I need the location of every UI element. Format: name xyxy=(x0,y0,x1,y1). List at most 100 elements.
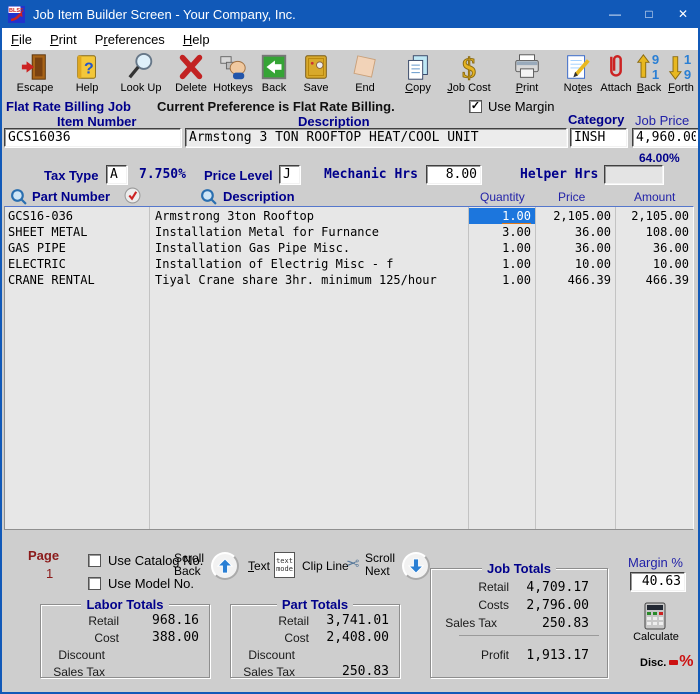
margin-input[interactable] xyxy=(630,572,685,591)
text-button[interactable]: Text xyxy=(248,560,270,573)
end-button[interactable]: End xyxy=(344,52,386,94)
print-button[interactable]: Print xyxy=(504,52,550,94)
price-level-field[interactable] xyxy=(279,165,300,184)
disc-label: Disc. xyxy=(640,657,667,669)
scroll-back-button[interactable] xyxy=(211,552,239,580)
check-filter-icon[interactable] xyxy=(124,187,141,204)
job-costs-row: Costs 2,796.00 xyxy=(478,597,589,613)
cell-desc: Installation of Electrig Misc - f xyxy=(155,257,394,271)
copy-button[interactable]: Copy xyxy=(396,52,440,94)
mode-label: Flat Rate Billing Job xyxy=(6,99,131,114)
use-margin-checkbox[interactable]: ✓ xyxy=(469,100,482,113)
scissors-icon: ✂ xyxy=(346,556,360,573)
description-field[interactable] xyxy=(185,128,567,147)
back-record-button[interactable]: 91 Back xyxy=(632,52,666,94)
table-row[interactable]: ELECTRIC Installation of Electrig Misc -… xyxy=(5,256,693,272)
menu-help[interactable]: Help xyxy=(174,30,219,49)
helper-hrs-label: Helper Hrs xyxy=(520,167,599,182)
cell-amount: 108.00 xyxy=(645,225,689,239)
menu-preferences[interactable]: Preferences xyxy=(86,30,174,49)
calculator-icon xyxy=(644,602,666,630)
totals-divider xyxy=(459,635,599,636)
description-search-icon[interactable] xyxy=(200,188,217,205)
cell-qty: 1.00 xyxy=(502,241,531,255)
notes-icon xyxy=(567,55,590,79)
table-row[interactable]: GAS PIPE Installation Gas Pipe Misc. 1.0… xyxy=(5,240,693,256)
close-button[interactable]: ✕ xyxy=(666,0,698,28)
cell-qty: 3.00 xyxy=(502,225,531,239)
discount-button[interactable]: Disc.% xyxy=(640,653,694,671)
clip-line-button[interactable]: Clip Line xyxy=(302,560,349,573)
percent-glyph: % xyxy=(679,653,694,670)
hotkeys-button[interactable]: Hotkeys xyxy=(208,52,258,94)
maximize-button[interactable]: □ xyxy=(632,0,666,28)
save-button[interactable]: Save xyxy=(294,52,338,94)
dollar-icon: $ xyxy=(462,53,477,82)
svg-text:1: 1 xyxy=(652,67,659,82)
back-button[interactable]: Back xyxy=(254,52,294,94)
job-cost-button[interactable]: $ Job Cost xyxy=(440,52,498,94)
part-totals-title: Part Totals xyxy=(231,596,399,614)
part-number-search-icon[interactable] xyxy=(10,188,27,205)
escape-button[interactable]: Escape xyxy=(8,52,62,94)
cell-desc: Installation Metal for Furnance xyxy=(155,225,379,239)
text-mode-icon[interactable]: text mode xyxy=(274,552,295,578)
use-model-label: Use Model No. xyxy=(108,576,194,591)
minimize-button[interactable]: — xyxy=(598,0,632,28)
mechanic-hrs-field[interactable] xyxy=(426,165,481,184)
table-row[interactable]: SHEET METAL Installation Metal for Furna… xyxy=(5,224,693,240)
page-number: 1 xyxy=(46,566,54,581)
table-row[interactable]: GCS16-036 Armstrong 3ton Rooftop 1.00 2,… xyxy=(5,208,693,224)
menu-print[interactable]: Print xyxy=(41,30,86,49)
menu-bar: File Print Preferences Help xyxy=(2,28,698,50)
use-model-checkbox[interactable] xyxy=(88,577,101,590)
notes-button[interactable]: Notes xyxy=(558,52,598,94)
labor-totals-box: Labor Totals Retail 968.16 Cost 388.00 Dis… xyxy=(40,597,210,679)
job-price-field[interactable] xyxy=(632,128,698,147)
cell-qty-selected[interactable]: 1.00 xyxy=(469,208,535,224)
minus-icon xyxy=(669,659,679,665)
use-catalog-checkbox[interactable] xyxy=(88,554,101,567)
margin-label: Margin % xyxy=(628,555,683,570)
help-book-icon: ? xyxy=(77,55,96,79)
svg-text:1: 1 xyxy=(684,52,691,67)
forth-record-button[interactable]: 19 Forth xyxy=(664,52,698,94)
cell-qty: 1.00 xyxy=(502,273,531,287)
delete-x-icon xyxy=(179,54,203,80)
labor-totals-title: Labor Totals xyxy=(41,596,209,614)
scroll-next-label: Scroll Next xyxy=(365,551,396,578)
category-field[interactable] xyxy=(570,128,627,147)
labor-discount-row: Discount xyxy=(58,647,105,662)
tax-type-field[interactable] xyxy=(106,165,127,184)
arrow-down-icon xyxy=(407,558,425,574)
col-description: Description xyxy=(223,189,295,204)
scroll-next-button[interactable] xyxy=(402,552,430,580)
help-button[interactable]: ? Help xyxy=(64,52,110,94)
svg-text:9: 9 xyxy=(652,52,659,67)
part-cost-row: Cost 2,408.00 xyxy=(284,630,389,645)
cell-price: 2,105.00 xyxy=(553,209,611,223)
preference-text: Current Preference is Flat Rate Billing. xyxy=(157,99,395,114)
lookup-button[interactable]: Look Up xyxy=(114,52,168,94)
arrow-down-19-icon: 19 xyxy=(668,52,691,82)
part-totals-box: Part Totals Retail 3,741.01 Cost 2,408.00 … xyxy=(230,597,400,679)
magnifier-icon xyxy=(128,52,153,79)
table-row[interactable]: CRANE RENTAL Tiyal Crane share 3hr. mini… xyxy=(5,272,693,288)
calculate-label: Calculate xyxy=(633,631,679,643)
col-part-number: Part Number xyxy=(32,189,111,204)
tax-rate-readout: 7.750% xyxy=(139,167,186,182)
cell-part: ELECTRIC xyxy=(8,257,66,271)
svg-text:?: ? xyxy=(84,61,94,78)
price-level-label: Price Level xyxy=(204,168,273,183)
use-margin-label: Use Margin xyxy=(488,99,555,114)
cell-price: 10.00 xyxy=(574,257,611,271)
margin-percent-readout: 64.00% xyxy=(639,151,680,165)
svg-text:9: 9 xyxy=(684,67,691,82)
menu-file[interactable]: File xyxy=(2,30,41,49)
hotkeys-hand-icon xyxy=(220,56,246,80)
helper-hrs-field[interactable] xyxy=(604,165,663,184)
item-number-field[interactable] xyxy=(4,128,181,147)
part-retail-row: Retail 3,741.01 xyxy=(278,613,389,628)
part-salestax-row: Sales Tax 250.83 xyxy=(243,664,389,679)
cell-amount: 466.39 xyxy=(645,273,689,287)
